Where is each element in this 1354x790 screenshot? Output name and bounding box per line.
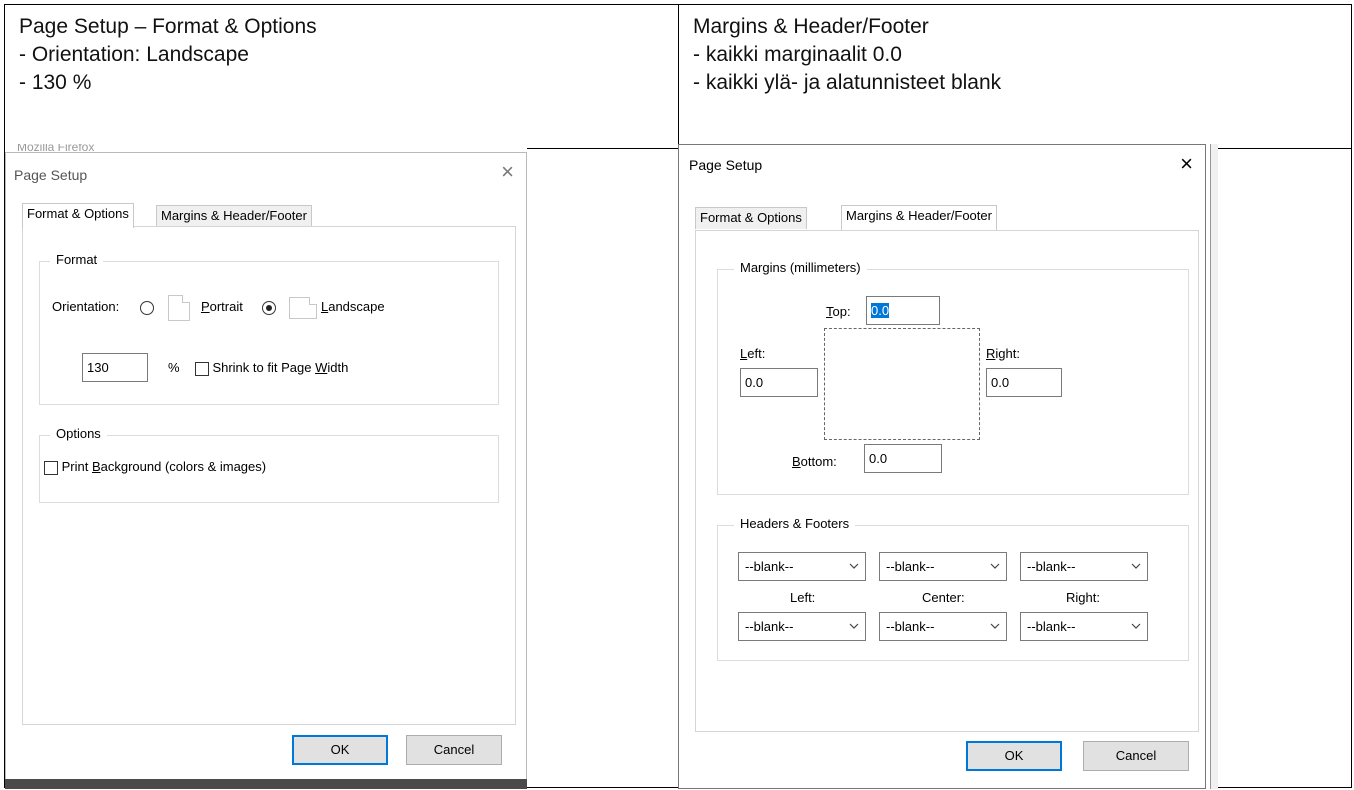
page-preview-outline (824, 328, 980, 440)
left-caption-heading: Page Setup – Format & Options (19, 15, 317, 38)
options-legend: Options (50, 426, 107, 441)
tab-format-options[interactable]: Format & Options (695, 207, 807, 229)
right-caption-line: - kaikki marginaalit 0.0 (693, 43, 902, 66)
left-caption-line: - 130 % (19, 71, 92, 94)
taskbar-edge (5, 779, 527, 789)
left-margin-input[interactable]: 0.0 (740, 368, 818, 397)
format-legend: Format (50, 252, 104, 267)
landscape-label[interactable]: Landscape (321, 299, 385, 314)
header-center-select[interactable]: --blank-- (879, 552, 1007, 581)
chevron-down-icon (1131, 553, 1141, 569)
margins-pane: Margins (millimeters) Top: 0.0 Left: 0.0… (695, 230, 1199, 732)
tab-format-options[interactable]: Format & Options (22, 203, 134, 228)
bottom-margin-input[interactable]: 0.0 (864, 444, 942, 473)
header-right-select[interactable]: --blank-- (1020, 552, 1148, 581)
portrait-radio[interactable] (140, 300, 155, 315)
cancel-button[interactable]: Cancel (1083, 741, 1189, 771)
scale-input[interactable]: 130 (82, 353, 148, 382)
headers-footers-legend: Headers & Footers (734, 516, 856, 531)
top-margin-input[interactable]: 0.0 (866, 296, 940, 325)
close-icon[interactable]: × (1180, 153, 1193, 175)
footer-center-select[interactable]: --blank-- (879, 612, 1007, 641)
page-setup-dialog: Page Setup × Format & Options Margins & … (678, 144, 1206, 789)
print-background-label[interactable]: Print Background (colors & images) (62, 459, 266, 474)
ok-button[interactable]: OK (966, 741, 1062, 771)
header-left-select[interactable]: --blank-- (738, 552, 866, 581)
percent-sign: % (168, 360, 180, 375)
shrink-row: % Shrink to fit Page Width (168, 353, 348, 382)
tab-margins-header-footer[interactable]: Margins & Header/Footer (841, 205, 997, 230)
margins-screenshot: Page Setup × Format & Options Margins & … (678, 144, 1218, 789)
left-margin-label: Left: (740, 346, 766, 361)
format-group: Format Orientation: Portrait Landscape 1… (39, 252, 499, 405)
format-options-screenshot: Mozilla Firefox Page Setup × Format & Op… (5, 144, 527, 789)
chevron-down-icon (990, 553, 1000, 569)
page-setup-dialog: Page Setup × Format & Options Margins & … (5, 152, 527, 789)
dialog-title: Page Setup (14, 167, 88, 183)
ok-button[interactable]: OK (292, 735, 388, 765)
cancel-button[interactable]: Cancel (406, 735, 502, 765)
footer-left-select[interactable]: --blank-- (738, 612, 866, 641)
margins-legend: Margins (millimeters) (734, 260, 867, 275)
chevron-down-icon (849, 553, 859, 569)
orientation-row: Orientation: Portrait Landscape (52, 293, 385, 321)
left-caption: Page Setup – Format & Options - Orientat… (19, 13, 317, 97)
top-margin-label: Top: (826, 304, 851, 319)
tab-margins-header-footer[interactable]: Margins & Header/Footer (156, 205, 312, 227)
right-caption: Margins & Header/Footer - kaikki margina… (693, 13, 1001, 97)
shrink-to-fit-label[interactable]: Shrink to fit Page Width (212, 360, 348, 375)
close-icon[interactable]: × (501, 161, 514, 183)
chevron-down-icon (990, 613, 1000, 629)
chevron-down-icon (849, 613, 859, 629)
print-background-checkbox[interactable] (44, 460, 58, 475)
dialog-titlebar[interactable]: Page Setup × (6, 153, 526, 193)
format-options-pane: Format Orientation: Portrait Landscape 1… (22, 226, 516, 725)
portrait-page-icon (167, 294, 190, 321)
right-caption-heading: Margins & Header/Footer (693, 15, 929, 38)
print-background-row: Print Background (colors & images) (44, 458, 266, 476)
column-label-right: Right: (1066, 590, 1100, 605)
margins-group: Margins (millimeters) Top: 0.0 Left: 0.0… (717, 260, 1189, 495)
portrait-label[interactable]: Portrait (201, 299, 243, 314)
chevron-down-icon (1131, 613, 1141, 629)
bottom-margin-label: Bottom: (792, 454, 837, 469)
shrink-to-fit-checkbox[interactable] (194, 361, 209, 376)
right-margin-input[interactable]: 0.0 (986, 368, 1062, 397)
orientation-label: Orientation: (52, 299, 120, 314)
left-caption-line: - Orientation: Landscape (19, 43, 249, 66)
right-caption-line: - kaikki ylä- ja alatunnisteet blank (693, 71, 1002, 94)
landscape-page-icon (289, 296, 318, 319)
column-label-center: Center: (922, 590, 965, 605)
headers-footers-group: Headers & Footers --blank-- --blank-- --… (717, 516, 1189, 661)
background-window-edge (1210, 144, 1218, 789)
column-label-left: Left: (790, 590, 816, 605)
landscape-radio[interactable] (262, 300, 277, 315)
right-margin-label: Right: (986, 346, 1020, 361)
options-group: Options Print Background (colors & image… (39, 426, 499, 503)
dialog-titlebar[interactable]: Page Setup × (679, 145, 1205, 185)
footer-right-select[interactable]: --blank-- (1020, 612, 1148, 641)
dialog-title: Page Setup (689, 157, 763, 173)
